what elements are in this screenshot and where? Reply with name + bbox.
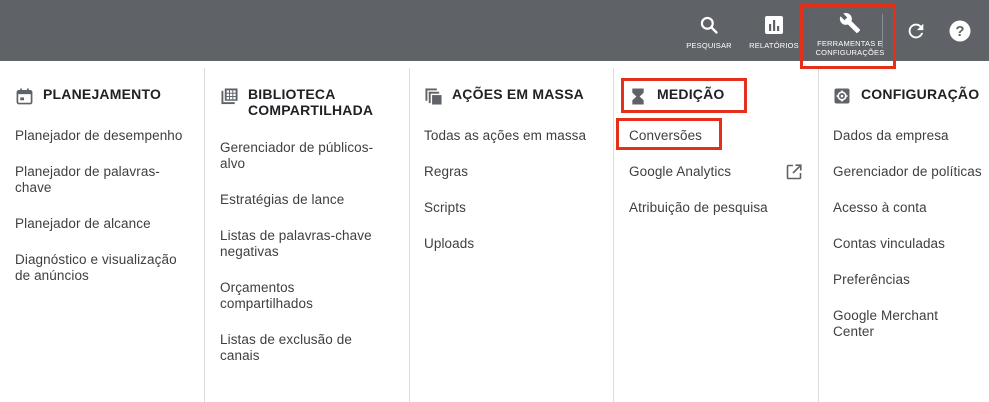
measurement-title: MEDIÇÃO [657,86,725,102]
menu-item-placement-exclusion-lists[interactable]: Listas de exclusão de canais [220,332,370,364]
menu-item-keyword-planner[interactable]: Planejador de palavras-chave [15,164,175,196]
menu-item-preferences[interactable]: Preferências [833,272,988,288]
menu-item-rules[interactable]: Regras [424,164,609,180]
menu-item-scripts[interactable]: Scripts [424,200,609,216]
refresh-icon [908,23,924,39]
planning-column: PLANEJAMENTO Planejador de desempenho Pl… [0,68,204,402]
bulk-actions-title: AÇÕES EM MASSA [452,86,584,102]
bar-chart-icon [764,14,784,36]
menu-item-business-data[interactable]: Dados da empresa [833,128,988,144]
menu-item-google-analytics[interactable]: Google Analytics [629,164,779,180]
menu-item-conversions[interactable]: Conversões [629,128,809,144]
menu-item-audience-manager[interactable]: Gerenciador de públicos-alvo [220,140,385,172]
bulk-actions-column: AÇÕES EM MASSA Todas as ações em massa R… [409,68,613,402]
shared-library-heading: BIBLIOTECA COMPARTILHADA [220,86,388,118]
bulk-actions-heading: AÇÕES EM MASSA [424,86,584,105]
tools-and-settings-button[interactable]: FERRAMENTAS E CONFIGURAÇÕES [808,0,892,61]
reports-button[interactable]: RELATÓRIOS [746,0,802,61]
menu-item-search-attribution[interactable]: Atribuição de pesquisa [629,200,814,216]
setup-title: CONFIGURAÇÃO [861,86,980,102]
top-toolbar: PESQUISAR RELATÓRIOS FERRAMENTAS E CONFI… [0,0,989,61]
menu-item-all-bulk-actions[interactable]: Todas as ações em massa [424,128,609,144]
help-icon: ? [949,20,971,42]
refresh-button[interactable] [904,19,928,43]
menu-item-linked-accounts[interactable]: Contas vinculadas [833,236,988,252]
planning-heading: PLANEJAMENTO [15,86,161,105]
menu-item-uploads[interactable]: Uploads [424,236,609,252]
menu-item-reach-planner[interactable]: Planejador de alcance [15,216,200,232]
open-in-new-icon[interactable] [786,164,802,180]
calendar-icon [15,87,33,105]
tools-and-settings-label: FERRAMENTAS E CONFIGURAÇÕES [815,39,885,57]
menu-item-shared-budgets[interactable]: Orçamentos compartilhados [220,280,350,312]
search-button[interactable]: PESQUISAR [683,0,735,61]
wrench-icon [839,12,861,34]
menu-item-google-merchant-center[interactable]: Google Merchant Center [833,308,963,340]
hourglass-icon [629,87,647,105]
copy-stack-icon [424,87,442,105]
search-label: PESQUISAR [686,41,732,50]
shared-library-title: BIBLIOTECA COMPARTILHADA [248,86,374,118]
measurement-heading: MEDIÇÃO [629,86,725,105]
menu-item-ad-preview-diagnosis[interactable]: Diagnóstico e visualização de anúncios [15,252,195,284]
menu-item-negative-keyword-lists[interactable]: Listas de palavras-chave negativas [220,228,385,260]
measurement-column: MEDIÇÃO Conversões Google Analytics Atri… [614,68,818,402]
menu-item-policy-manager[interactable]: Gerenciador de políticas [833,164,989,180]
setup-column: CONFIGURAÇÃO Dados da empresa Gerenciado… [818,68,989,402]
planning-title: PLANEJAMENTO [43,86,162,102]
shared-library-column: BIBLIOTECA COMPARTILHADA Gerenciador de … [205,68,409,402]
menu-item-performance-planner[interactable]: Planejador de desempenho [15,128,200,144]
svg-text:?: ? [955,23,964,40]
toolbar-divider [882,14,883,48]
reports-label: RELATÓRIOS [749,41,799,50]
help-button[interactable]: ? [948,19,972,43]
search-icon [699,14,719,36]
settings-box-icon [833,87,851,105]
setup-heading: CONFIGURAÇÃO [833,86,979,105]
menu-item-bid-strategies[interactable]: Estratégias de lance [220,192,400,208]
library-icon [220,87,238,105]
menu-item-account-access[interactable]: Acesso à conta [833,200,988,216]
